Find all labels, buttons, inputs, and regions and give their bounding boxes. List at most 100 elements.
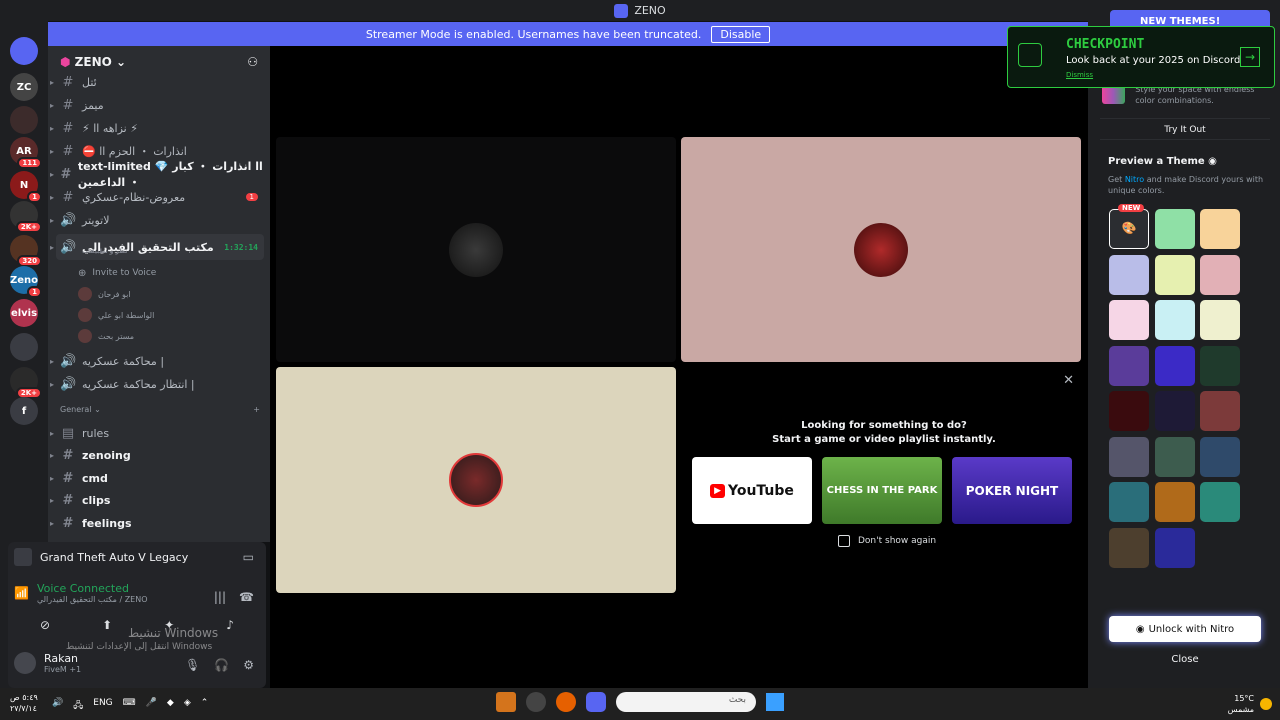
theme-swatch[interactable]: [1200, 482, 1240, 522]
firefox-icon[interactable]: [556, 692, 576, 712]
server-icon[interactable]: elvis: [10, 299, 38, 327]
nitro-link[interactable]: Nitro: [1125, 175, 1144, 184]
theme-swatch[interactable]: [1109, 254, 1149, 295]
invite-to-voice[interactable]: ⊕ Invite to Voice: [78, 263, 156, 283]
theme-swatch[interactable]: [1154, 345, 1195, 386]
channel-item[interactable]: ▸ # cmd: [50, 468, 264, 488]
tray-icon-2[interactable]: ◈: [184, 698, 191, 714]
arrow-right-icon[interactable]: →: [1240, 47, 1260, 67]
channel-item[interactable]: ▸ # clips: [50, 491, 264, 511]
theme-swatch[interactable]: [1154, 254, 1195, 295]
channel-item[interactable]: ▸ 🔊 محاكمة عسكريه |: [50, 351, 264, 371]
theme-swatch[interactable]: [1154, 482, 1195, 522]
voice-user[interactable]: مستر بحث: [78, 326, 134, 346]
app-icon-1[interactable]: [496, 692, 516, 712]
theme-swatch[interactable]: [1154, 209, 1195, 249]
theme-swatch[interactable]: [1200, 209, 1240, 249]
close-button[interactable]: Close: [1109, 654, 1261, 674]
poker-card[interactable]: POKER NIGHT: [952, 457, 1072, 524]
weather-widget[interactable]: 15°C مشمس: [1228, 693, 1254, 715]
tray-icon[interactable]: ◆: [167, 698, 174, 714]
screen-share-icon[interactable]: ▭: [243, 550, 254, 564]
voice-user[interactable]: الواسطة ابو علي: [78, 305, 154, 325]
server-icon[interactable]: [10, 37, 38, 65]
server-icon[interactable]: 320: [10, 235, 42, 267]
keyboard-icon[interactable]: ⌨: [123, 698, 136, 714]
start-icon[interactable]: [766, 693, 784, 711]
checkpoint-notification[interactable]: CHECKPOINT Look back at your 2025 on Dis…: [1007, 26, 1275, 88]
video-tile-3[interactable]: [276, 367, 676, 593]
channel-item[interactable]: ▸ # text-limited 💎 اا انذارات ・ كبار ・ الد…: [50, 160, 264, 189]
app-icon-2[interactable]: [526, 692, 546, 712]
voice-connected-title[interactable]: Voice Connected: [37, 582, 148, 595]
video-tile-2[interactable]: [681, 137, 1081, 362]
channel-item[interactable]: ▸ # ميمز: [50, 95, 264, 115]
channel-item[interactable]: ▸ # feelings: [50, 513, 264, 533]
theme-swatch[interactable]: [1109, 300, 1149, 340]
user-info[interactable]: Rakan FiveM +1: [14, 652, 81, 674]
soundboard-icon[interactable]: ♪: [226, 618, 234, 638]
server-icon[interactable]: [10, 333, 38, 361]
theme-swatch[interactable]: [1109, 391, 1149, 431]
theme-swatch[interactable]: [1109, 527, 1149, 568]
server-icon[interactable]: 2K+: [10, 201, 42, 233]
theme-swatch[interactable]: [1154, 527, 1195, 568]
activity-status[interactable]: Grand Theft Auto V Legacy: [14, 548, 188, 566]
add-channel-icon[interactable]: +: [253, 405, 260, 414]
theme-swatch[interactable]: [1200, 254, 1240, 295]
clock[interactable]: ٥:٤٩ ص ٢٧/٧/١٤: [10, 692, 38, 714]
theme-swatch[interactable]: [1109, 482, 1149, 522]
theme-swatch[interactable]: [1200, 345, 1240, 386]
dont-show-again[interactable]: Don't show again: [838, 535, 936, 547]
mute-icon[interactable]: 🎙: [185, 658, 200, 672]
volume-icon[interactable]: 🔊: [52, 698, 63, 714]
server-icon[interactable]: AR 111: [10, 137, 42, 169]
theme-swatch[interactable]: [1109, 345, 1149, 386]
channel-item[interactable]: ▸ 🔊 انتظار محاكمة عسكريه |: [50, 374, 264, 394]
channel-item[interactable]: ▸ # ئتل: [50, 72, 264, 92]
disconnect-icon[interactable]: ☎: [239, 590, 254, 604]
theme-swatch[interactable]: [1154, 391, 1195, 431]
voice-connected-sub[interactable]: مكتب التحقيق الفيدرالي / ZENO: [37, 595, 148, 604]
youtube-card[interactable]: ▶ YouTube: [692, 457, 812, 524]
language-indicator[interactable]: ENG: [93, 698, 112, 714]
server-icon[interactable]: Zeno 1: [10, 266, 42, 298]
server-icon[interactable]: f: [10, 397, 38, 425]
close-activity-icon[interactable]: ✕: [1063, 373, 1074, 388]
network-icon[interactable]: 🖧: [73, 698, 83, 714]
theme-swatch[interactable]: [1154, 300, 1195, 340]
noise-suppression-icon[interactable]: |||: [214, 590, 226, 604]
channel-item[interactable]: ▸ 🔊 لاتويتر: [50, 210, 264, 230]
video-tile-1[interactable]: [276, 137, 676, 362]
dont-show-checkbox[interactable]: [838, 535, 850, 547]
deafen-icon[interactable]: 🎧: [214, 658, 229, 672]
theme-swatch[interactable]: [1200, 436, 1240, 477]
theme-swatch[interactable]: [1200, 391, 1240, 431]
tray-overflow-icon[interactable]: ⌃: [201, 698, 209, 714]
server-icon[interactable]: 2K+: [10, 367, 42, 399]
server-icon[interactable]: N1: [10, 171, 42, 203]
mic-icon[interactable]: 🎤: [146, 698, 157, 714]
add-member-icon[interactable]: ⚇: [247, 55, 258, 69]
theme-swatch[interactable]: [1154, 436, 1195, 477]
channel-item[interactable]: ▸ # ⚡ نزاهه اا ⚡: [50, 118, 264, 138]
channel-item[interactable]: ▸ # معروض-نظام-عسكري 1: [50, 187, 264, 207]
disable-streamer-mode-button[interactable]: Disable: [711, 25, 771, 43]
camera-off-icon[interactable]: ⊘: [40, 618, 50, 638]
settings-icon[interactable]: ⚙: [243, 658, 254, 672]
channel-item[interactable]: ▸ 🔊 مكتب التحقيق الفيدرالي 1:32:14 نظر و تطب…: [50, 234, 264, 260]
discord-icon[interactable]: [586, 692, 606, 712]
theme-swatch[interactable]: [1200, 300, 1240, 340]
unlock-nitro-button[interactable]: ◉ Unlock with Nitro: [1109, 616, 1261, 642]
share-screen-icon[interactable]: ⬆: [102, 618, 112, 638]
channel-item[interactable]: ▸ # zenoing: [50, 446, 264, 466]
category-header[interactable]: General ⌄ +: [60, 405, 260, 414]
server-icon[interactable]: ZC: [10, 73, 38, 101]
try-it-out-button[interactable]: Try It Out: [1100, 118, 1270, 140]
channel-item[interactable]: ▸ ▤ rules: [50, 423, 264, 443]
theme-swatch[interactable]: [1109, 436, 1149, 477]
dismiss-link[interactable]: Dismiss: [1066, 71, 1093, 79]
taskbar-search[interactable]: بحث: [616, 692, 756, 712]
chess-card[interactable]: CHESS IN THE PARK: [822, 457, 942, 524]
server-icon[interactable]: [10, 106, 38, 134]
